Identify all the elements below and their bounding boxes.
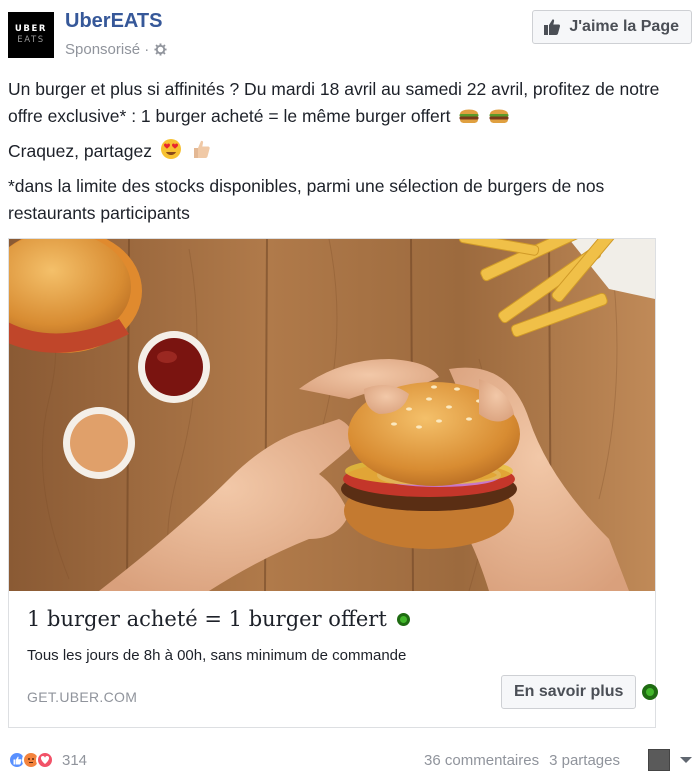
heart-eyes-emoji [160,139,181,159]
green-dot-icon [642,684,658,700]
green-dot-icon [396,612,410,626]
comments-count[interactable]: 36 commentaires [424,752,539,769]
learn-more-button[interactable]: En savoir plus [501,675,637,709]
ad-photo-burger[interactable] [9,239,655,591]
like-page-label: J'aime la Page [569,18,679,35]
card-title-row[interactable]: 1 burger acheté = 1 burger offert [27,607,410,631]
like-page-button[interactable]: J'aime la Page [532,10,692,44]
page-avatar[interactable]: UBER EATS [8,12,54,58]
card-description: Tous les jours de 8h à 00h, sans minimum… [27,647,407,664]
post-paragraph-offer: Un burger et plus si affinités ? Du mard… [8,76,692,130]
burger-emoji [459,109,479,123]
sponsored-label-row: Sponsorisé · [65,41,167,58]
post-header: UBER EATS UberEATS Sponsorisé · J'aime l… [8,8,692,60]
burger-photo-illustration [9,239,655,591]
logo-text-eats: EATS [17,35,45,45]
sponsored-label: Sponsorisé · [65,41,150,58]
reaction-count[interactable]: 314 [62,752,87,769]
reactions-summary[interactable]: 314 [8,751,87,769]
post-footer: 314 36 commentaires 3 partages [8,746,692,774]
post-message: Un burger et plus si affinités ? Du mard… [8,76,692,235]
burger-emoji [489,109,509,123]
page-name-link[interactable]: UberEATS [65,10,162,33]
post-paragraph-share: Craquez, partagez [8,138,692,165]
link-preview-card[interactable]: 1 burger acheté = 1 burger offert Tous l… [8,238,656,728]
post-text-disclaimer: *dans la limite des stocks disponibles, … [8,176,605,223]
card-title[interactable]: 1 burger acheté = 1 burger offert [27,607,387,631]
card-domain: GET.UBER.COM [27,689,138,705]
thumbs-up-icon [544,19,561,35]
post-paragraph-disclaimer: *dans la limite des stocks disponibles, … [8,173,692,227]
globe-gear-icon[interactable] [154,43,167,56]
card-info[interactable]: 1 burger acheté = 1 burger offert Tous l… [9,591,655,727]
caret-down-icon[interactable] [680,757,692,763]
post-text-share: Craquez, partagez [8,141,152,161]
avatar[interactable] [648,749,670,771]
shares-count[interactable]: 3 partages [549,752,620,769]
footer-stats: 36 commentaires 3 partages [424,746,692,774]
thumbs-up-emoji [193,140,210,158]
love-reaction-icon [36,751,54,769]
post-text-offer: Un burger et plus si affinités ? Du mard… [8,79,660,126]
logo-text-uber: UBER [14,24,48,34]
